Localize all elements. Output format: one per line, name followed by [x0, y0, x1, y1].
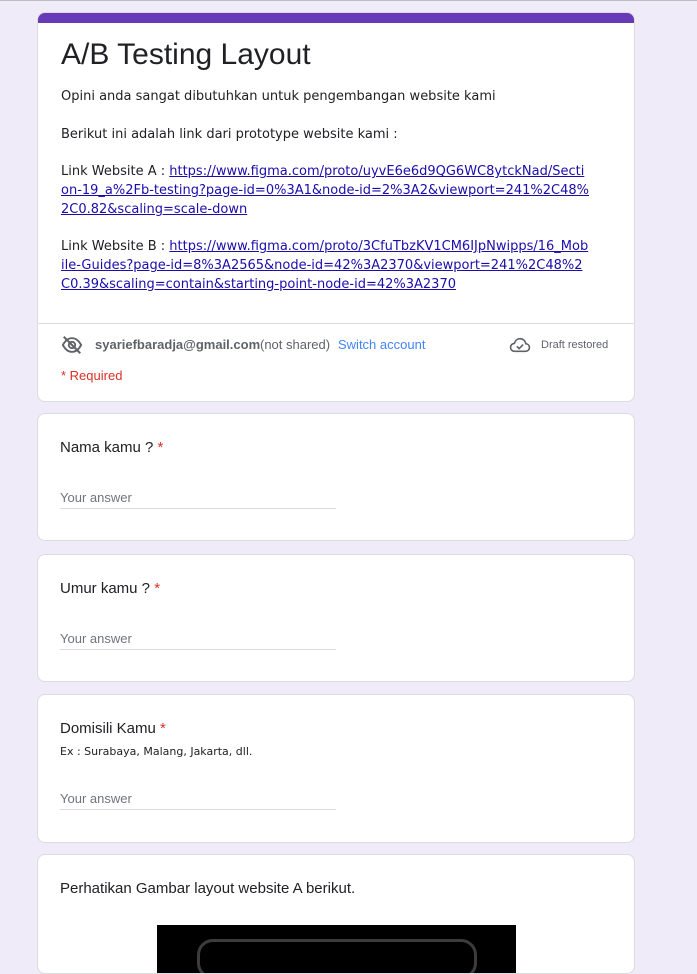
- answer-input-domisili[interactable]: [60, 787, 336, 810]
- required-asterisk: *: [157, 439, 164, 456]
- form-header-card: A/B Testing Layout Opini anda sangat dib…: [37, 12, 635, 402]
- account-email: syariefbaradja@gmail.com: [95, 337, 261, 352]
- question-help-text: Ex : Surabaya, Malang, Jakarta, dll.: [60, 745, 253, 758]
- question-text: Nama kamu ?: [60, 439, 158, 456]
- question-text: Umur kamu ?: [60, 580, 155, 597]
- image-section-card: Perhatikan Gambar layout website A berik…: [37, 854, 635, 974]
- link-b-label: Link Website B :: [61, 239, 170, 255]
- answer-input-umur[interactable]: [60, 627, 336, 650]
- question-title: Domisili Kamu *: [60, 719, 166, 739]
- link-website-a: Link Website A : https://www.figma.com/p…: [61, 163, 591, 219]
- answer-input-nama[interactable]: [60, 486, 336, 509]
- phone-mockup-outline: [197, 939, 477, 973]
- required-asterisk: *: [160, 720, 166, 737]
- question-card-umur: Umur kamu ? *: [37, 554, 635, 682]
- description-line: Berikut ini adalah link dari prototype w…: [61, 126, 398, 142]
- description-line: Opini anda sangat dibutuhkan untuk penge…: [61, 89, 496, 104]
- theme-accent-bar: [38, 13, 634, 23]
- image-section-title: Perhatikan Gambar layout website A berik…: [60, 880, 356, 897]
- question-title: Nama kamu ? *: [60, 438, 163, 458]
- question-card-nama: Nama kamu ? *: [37, 413, 635, 541]
- header-divider: [38, 323, 634, 324]
- question-text: Domisili Kamu: [60, 720, 161, 737]
- not-shared-label: (not shared): [260, 337, 331, 352]
- form-title: A/B Testing Layout: [61, 38, 311, 71]
- account-row: syariefbaradja@gmail.com (not shared) Sw…: [61, 333, 614, 357]
- form-description: Opini anda sangat dibutuhkan untuk penge…: [61, 88, 591, 295]
- link-a-label: Link Website A :: [61, 164, 170, 180]
- link-website-b: Link Website B : https://www.figma.com/p…: [61, 238, 591, 294]
- eye-off-icon: [61, 336, 83, 354]
- window-top-border: [0, 0, 697, 1]
- required-note: * Required: [61, 368, 123, 383]
- layout-image: [157, 925, 516, 973]
- switch-account-link[interactable]: Switch account: [338, 333, 425, 357]
- question-card-domisili: Domisili Kamu * Ex : Surabaya, Malang, J…: [37, 694, 635, 843]
- question-title: Umur kamu ? *: [60, 579, 160, 599]
- cloud-check-icon: [509, 337, 531, 353]
- draft-status: Draft restored: [541, 339, 609, 351]
- required-asterisk: *: [154, 580, 161, 597]
